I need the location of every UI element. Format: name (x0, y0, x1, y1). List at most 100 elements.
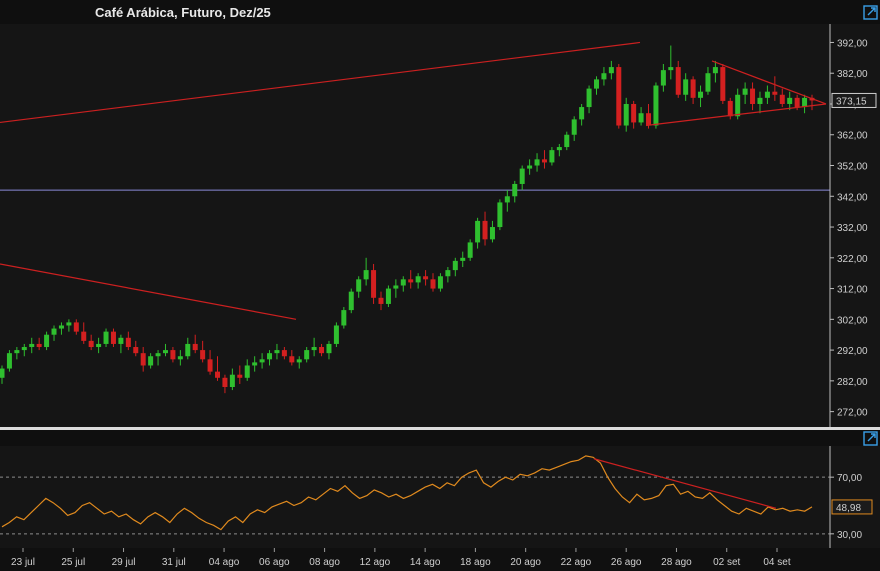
candle-body (177, 356, 183, 360)
candle-body (460, 257, 466, 261)
candle-body (519, 168, 525, 184)
candle-body (103, 331, 109, 344)
candle-body (794, 97, 800, 108)
time-tick-label: 25 jul (61, 557, 85, 568)
candle-body (44, 334, 50, 348)
candle-body (437, 276, 443, 289)
candle-body (653, 85, 659, 126)
time-tick-label: 04 set (763, 557, 790, 568)
rsi-trendline (593, 458, 777, 509)
candle-body (259, 359, 265, 363)
candle-body (66, 322, 72, 326)
candle-body (393, 285, 399, 289)
time-tick-label: 26 ago (611, 557, 642, 568)
candle-body (378, 297, 384, 304)
candle-body (534, 159, 540, 166)
candle-body (541, 159, 547, 163)
time-tick-label: 29 jul (112, 557, 136, 568)
candle-body (281, 350, 287, 357)
time-tick-label: 08 ago (309, 557, 340, 568)
price-tick-label: 282,00 (837, 377, 868, 388)
candle-body (445, 270, 451, 277)
candle-body (608, 67, 614, 74)
candle-body (133, 347, 139, 354)
candle-body (222, 377, 228, 388)
price-tick-label: 272,00 (837, 408, 868, 419)
candle-body (593, 79, 599, 89)
candle-body (750, 88, 756, 104)
candle-body (430, 279, 436, 289)
price-panel[interactable] (0, 41, 830, 394)
chart-canvas: Café Arábica, Futuro, Dez/25 392,00 382,0… (0, 0, 880, 571)
candle-body (675, 67, 681, 95)
price-tick-label: 312,00 (837, 285, 868, 296)
candle-body (385, 288, 391, 304)
candle-body (319, 347, 325, 354)
candle-body (638, 113, 644, 123)
candle-body (51, 328, 57, 335)
candle-body (96, 343, 102, 348)
chart-title: Café Arábica, Futuro, Dez/25 (95, 5, 271, 20)
rsi-line (1, 455, 813, 531)
candle-body (586, 88, 592, 108)
rsi-panel[interactable] (0, 455, 830, 535)
candle-body (341, 310, 347, 326)
last-price-label: 373,15 (836, 96, 867, 107)
candle-body (489, 227, 495, 240)
candle-body (720, 67, 726, 101)
candle-body (14, 350, 20, 354)
candle-body (623, 103, 629, 126)
candle-body (237, 374, 243, 378)
candle-body (660, 70, 666, 86)
candle-body (423, 276, 429, 280)
candle-body (296, 359, 302, 363)
candle-body (0, 368, 5, 378)
time-tick-label: 14 ago (410, 557, 441, 568)
panel-separator[interactable] (0, 427, 880, 430)
price-trendline (0, 263, 297, 320)
candle-body (482, 220, 488, 240)
candle-body (200, 350, 206, 360)
candle-body (140, 353, 146, 366)
candle-body (400, 279, 406, 286)
candle-body (289, 356, 295, 363)
candle-body (757, 97, 763, 104)
time-tick-label: 31 jul (162, 557, 186, 568)
candle-body (631, 103, 637, 123)
price-tick-label: 292,00 (837, 346, 868, 357)
candle-body (244, 365, 250, 378)
candle-body (29, 343, 35, 348)
time-tick-label: 22 ago (561, 557, 592, 568)
time-tick-label: 04 ago (209, 557, 240, 568)
candle-body (705, 73, 711, 92)
rsi-header-strip (0, 430, 880, 446)
candle-body (787, 97, 793, 104)
candle-body (571, 119, 577, 135)
candle-body (467, 242, 473, 258)
candle-body (601, 73, 607, 80)
price-tick-label: 392,00 (837, 38, 868, 49)
candle-body (185, 343, 191, 357)
candle-body (475, 220, 481, 243)
time-tick-label: 02 set (713, 557, 740, 568)
candle-body (549, 150, 555, 163)
candle-body (698, 91, 704, 98)
candle-body (267, 353, 273, 360)
time-tick-label: 06 ago (259, 557, 290, 568)
price-tick-label: 332,00 (837, 223, 868, 234)
time-tick-label: 20 ago (510, 557, 541, 568)
time-tick-label: 12 ago (360, 557, 391, 568)
candle-body (36, 343, 42, 348)
price-axis: 392,00382,00372,00362,00352,00342,00332,… (829, 24, 877, 427)
candle-body (118, 337, 124, 344)
candle-body (311, 347, 317, 351)
candle-body (348, 291, 354, 311)
candle-body (727, 100, 733, 117)
candle-body (690, 79, 696, 98)
candle-body (215, 371, 221, 378)
candle-body (779, 94, 785, 104)
candle-body (162, 350, 168, 354)
price-tick-label: 302,00 (837, 315, 868, 326)
candle-body (148, 356, 154, 366)
candle-body (110, 331, 116, 344)
